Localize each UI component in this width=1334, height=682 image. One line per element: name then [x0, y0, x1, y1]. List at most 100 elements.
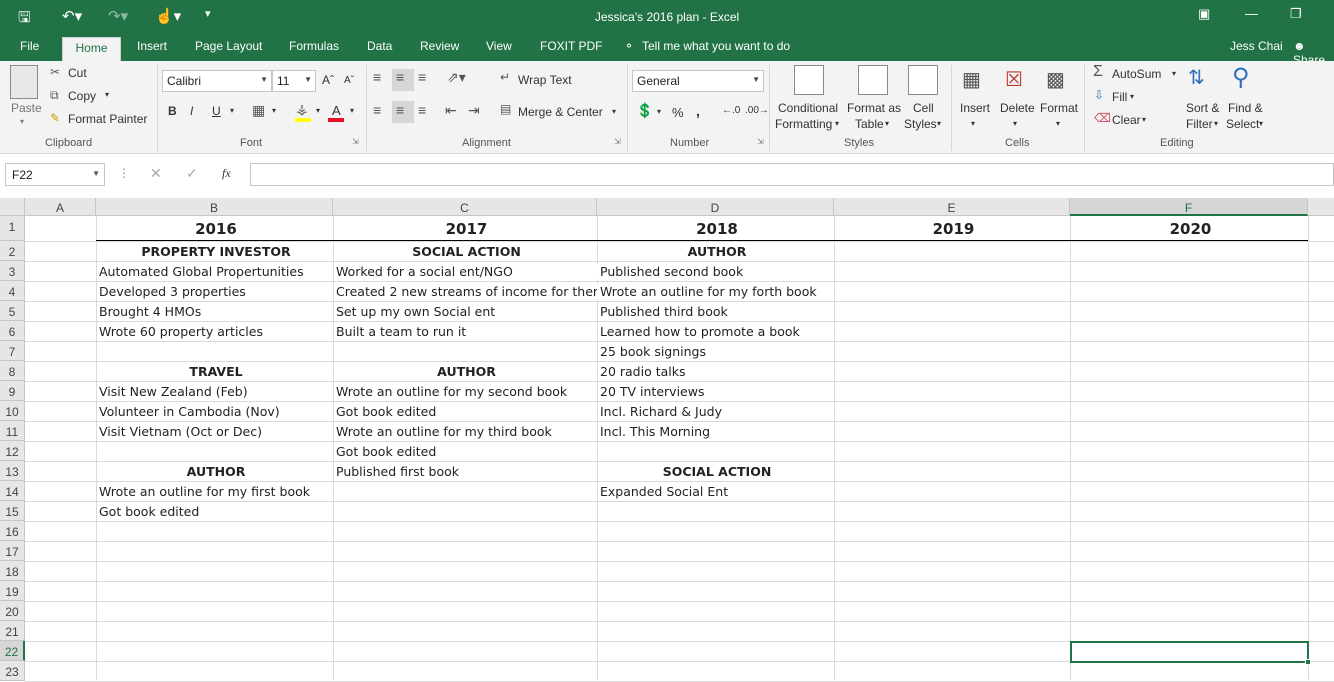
worksheet-grid[interactable]: A B C D E F 1 2 3 4 5 6 7 8 9 10 11 12 13 14 15 16 17 18 1… — [0, 198, 1334, 682]
tab-home[interactable]: Home — [62, 37, 121, 61]
row-header-22[interactable]: 22 — [0, 641, 25, 661]
clear-dropdown-icon[interactable]: ▾ — [1142, 115, 1146, 124]
row-header-15[interactable]: 15 — [0, 501, 25, 521]
cell-c1[interactable]: 2017 — [333, 220, 597, 238]
cell-c8[interactable]: AUTHOR — [333, 364, 597, 379]
cell-b4[interactable]: Developed 3 properties — [96, 284, 246, 299]
format-as-table-dropdown-icon[interactable]: ▾ — [885, 119, 889, 128]
column-header-b[interactable]: B — [96, 198, 333, 216]
align-middle-icon[interactable]: ≡ — [396, 69, 404, 85]
row-header-20[interactable]: 20 — [0, 601, 25, 621]
tell-me-search[interactable]: Tell me what you want to do — [642, 39, 790, 53]
cell-c4[interactable]: Created 2 new streams of income for them — [333, 284, 605, 299]
find-select-dropdown-icon[interactable]: ▾ — [1259, 119, 1263, 128]
delete-dropdown-icon[interactable]: ▾ — [1013, 119, 1017, 128]
comma-button[interactable]: , — [696, 103, 700, 119]
cell-d13[interactable]: SOCIAL ACTION — [597, 464, 834, 479]
merge-dropdown-icon[interactable]: ▾ — [612, 107, 616, 116]
row-header-23[interactable]: 23 — [0, 661, 25, 681]
cell-styles-label-1[interactable]: Cell — [913, 101, 934, 115]
conditional-formatting-dropdown-icon[interactable]: ▾ — [835, 119, 839, 128]
decrease-indent-icon[interactable]: ⇤ — [445, 102, 457, 119]
row-header-18[interactable]: 18 — [0, 561, 25, 581]
shrink-font-icon[interactable]: Aˇ — [344, 75, 354, 86]
cell-styles-label-2[interactable]: Styles — [904, 117, 937, 131]
cell-d3[interactable]: Published second book — [597, 264, 744, 279]
align-left-icon[interactable]: ≡ — [373, 102, 381, 118]
fill-handle[interactable] — [1305, 659, 1311, 665]
column-header-d[interactable]: D — [597, 198, 834, 216]
font-launcher-icon[interactable]: ⇲ — [352, 137, 359, 146]
cell-d6[interactable]: Learned how to promote a book — [597, 324, 800, 339]
insert-dropdown-icon[interactable]: ▾ — [971, 119, 975, 128]
cell-d8[interactable]: 20 radio talks — [597, 364, 686, 379]
cell-b5[interactable]: Brought 4 HMOs — [96, 304, 201, 319]
format-painter-button[interactable]: Format Painter — [68, 112, 147, 126]
name-box[interactable]: F22 ▼ — [5, 163, 105, 186]
sort-filter-dropdown-icon[interactable]: ▾ — [1214, 119, 1218, 128]
align-bottom-icon[interactable]: ≡ — [418, 69, 426, 85]
borders-dropdown-icon[interactable]: ▾ — [272, 106, 276, 115]
fill-color-dropdown-icon[interactable]: ▾ — [316, 106, 320, 115]
tab-page-layout[interactable]: Page Layout — [195, 39, 262, 53]
row-header-14[interactable]: 14 — [0, 481, 25, 501]
cell-c9[interactable]: Wrote an outline for my second book — [333, 384, 567, 399]
row-header-11[interactable]: 11 — [0, 421, 25, 441]
cell-b13[interactable]: AUTHOR — [96, 464, 333, 479]
row-header-21[interactable]: 21 — [0, 621, 25, 641]
row-header-3[interactable]: 3 — [0, 261, 25, 281]
accounting-format-icon[interactable]: 💲 — [636, 102, 653, 119]
find-select-label-2[interactable]: Select — [1226, 117, 1259, 131]
paste-icon[interactable] — [10, 65, 38, 99]
cell-styles-dropdown-icon[interactable]: ▾ — [937, 119, 941, 128]
sort-filter-label-2[interactable]: Filter — [1186, 117, 1213, 131]
conditional-formatting-label-1[interactable]: Conditional — [778, 101, 838, 115]
cancel-entry-icon[interactable]: ✕ — [150, 165, 162, 182]
percent-button[interactable]: % — [672, 105, 684, 120]
align-right-icon[interactable]: ≡ — [418, 102, 426, 118]
cell-c5[interactable]: Set up my own Social ent — [333, 304, 495, 319]
cell-b15[interactable]: Got book edited — [96, 504, 199, 519]
font-color-dropdown-icon[interactable]: ▾ — [350, 106, 354, 115]
align-top-icon[interactable]: ≡ — [373, 69, 381, 85]
tab-review[interactable]: Review — [420, 39, 459, 53]
decrease-decimal-icon[interactable]: .00→ — [745, 105, 769, 116]
tab-file[interactable]: File — [20, 39, 39, 53]
orientation-icon[interactable]: ⇗▾ — [447, 69, 466, 86]
cell-c12[interactable]: Got book edited — [333, 444, 436, 459]
underline-dropdown-icon[interactable]: ▾ — [230, 106, 234, 115]
format-cells-button[interactable]: Format — [1040, 101, 1078, 115]
ribbon-display-icon[interactable]: ▣ — [1198, 6, 1210, 22]
row-header-16[interactable]: 16 — [0, 521, 25, 541]
cell-b14[interactable]: Wrote an outline for my first book — [96, 484, 310, 499]
format-as-table-label-2[interactable]: Table — [855, 117, 884, 131]
cell-b10[interactable]: Volunteer in Cambodia (Nov) — [96, 404, 280, 419]
autosum-button[interactable]: AutoSum — [1112, 67, 1161, 81]
insert-cells-button[interactable]: Insert — [960, 101, 990, 115]
clear-button[interactable]: Clear — [1112, 113, 1141, 127]
increase-decimal-icon[interactable]: ←.0 — [722, 105, 740, 116]
cell-c3[interactable]: Worked for a social ent/NGO — [333, 264, 513, 279]
row-header-7[interactable]: 7 — [0, 341, 25, 361]
cell-c11[interactable]: Wrote an outline for my third book — [333, 424, 552, 439]
cell-d1[interactable]: 2018 — [597, 220, 834, 238]
column-header-e[interactable]: E — [834, 198, 1070, 216]
cell-b8[interactable]: TRAVEL — [96, 364, 333, 379]
row-header-12[interactable]: 12 — [0, 441, 25, 461]
cell-c2[interactable]: SOCIAL ACTION — [333, 244, 597, 259]
paste-dropdown-icon[interactable]: ▾ — [20, 117, 24, 126]
row-header-6[interactable]: 6 — [0, 321, 25, 341]
cell-f1[interactable]: 2020 — [1070, 220, 1308, 238]
column-header-a[interactable]: A — [25, 198, 96, 216]
fill-dropdown-icon[interactable]: ▾ — [1130, 92, 1134, 101]
row-header-8[interactable]: 8 — [0, 361, 25, 381]
conditional-formatting-label-2[interactable]: Formatting — [775, 117, 832, 131]
cell-d10[interactable]: Incl. Richard & Judy — [597, 404, 722, 419]
cell-d4[interactable]: Wrote an outline for my forth book — [597, 284, 817, 299]
number-launcher-icon[interactable]: ⇲ — [757, 137, 764, 146]
increase-indent-icon[interactable]: ⇥ — [468, 102, 480, 119]
autosum-dropdown-icon[interactable]: ▾ — [1172, 69, 1176, 78]
font-color-icon[interactable]: A — [332, 103, 341, 118]
cell-b3[interactable]: Automated Global Propertunities — [96, 264, 304, 279]
cell-e1[interactable]: 2019 — [834, 220, 1070, 238]
